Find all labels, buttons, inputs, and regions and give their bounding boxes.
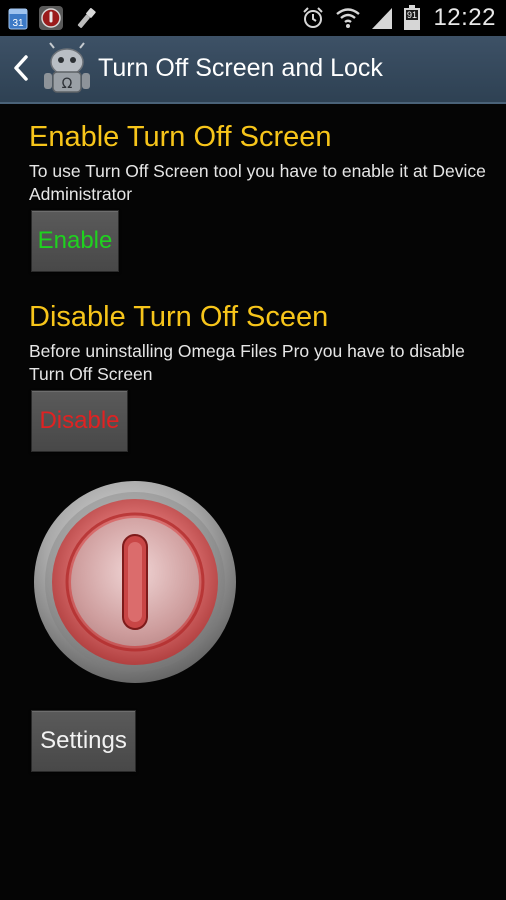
settings-button[interactable]: Settings <box>31 710 136 772</box>
action-bar: Ω Turn Off Screen and Lock <box>0 36 506 104</box>
wifi-icon <box>336 8 361 28</box>
enable-section-title: Enable Turn Off Screen <box>29 121 332 153</box>
status-time: 12:22 <box>433 4 496 31</box>
status-bar: 31 91 12:22 <box>0 0 506 36</box>
flashlight-icon <box>77 8 96 28</box>
disable-section-title: Disable Turn Off Sceen <box>29 301 329 333</box>
battery-level: 91 <box>407 10 417 20</box>
chevron-left-icon[interactable] <box>12 54 30 82</box>
alarm-icon <box>303 7 324 28</box>
enable-section-description: To use Turn Off Screen tool you have to … <box>29 161 486 204</box>
app-notification-icon <box>39 6 63 30</box>
page-title: Turn Off Screen and Lock <box>98 54 383 82</box>
status-system: 91 12:22 <box>301 4 496 32</box>
svg-text:31: 31 <box>12 18 24 29</box>
omega-robot-logo-icon[interactable]: Ω <box>40 42 94 96</box>
signal-icon <box>372 8 393 29</box>
disable-button[interactable]: Disable <box>31 390 128 452</box>
power-icon[interactable] <box>33 480 237 684</box>
disable-section-description: Before uninstalling Omega Files Pro you … <box>29 341 465 384</box>
enable-button[interactable]: Enable <box>31 210 119 272</box>
calendar-icon: 31 <box>8 8 28 30</box>
battery-icon: 91 <box>404 5 421 30</box>
svg-text:Ω: Ω <box>62 76 73 92</box>
status-notifications: 31 <box>8 4 98 32</box>
